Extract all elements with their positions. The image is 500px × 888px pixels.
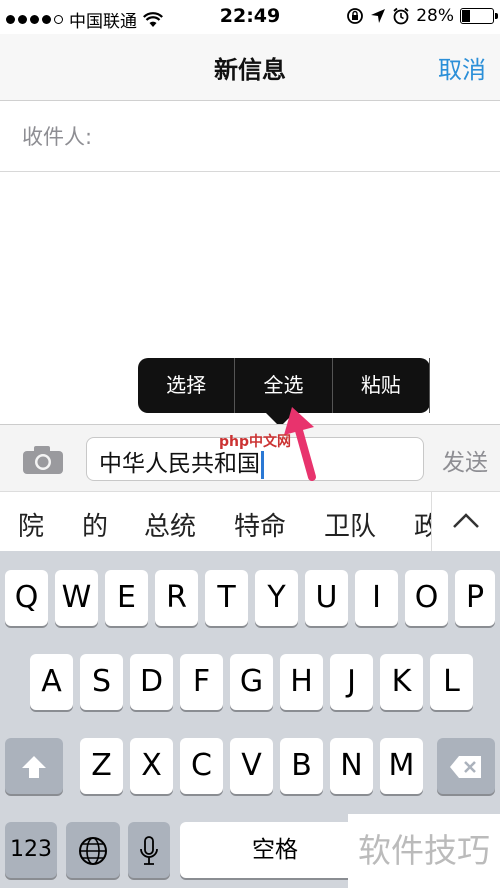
key-q[interactable]: Q — [5, 570, 48, 626]
battery-percent: 28% — [416, 6, 454, 26]
recipient-label: 收件人: — [22, 125, 93, 149]
key-a[interactable]: A — [30, 654, 73, 710]
page-title: 新信息 — [214, 56, 286, 84]
nav-bar: 新信息 取消 — [0, 34, 500, 101]
candidate-item[interactable]: 特命 — [234, 506, 286, 543]
key-u[interactable]: U — [305, 570, 348, 626]
message-text: 中华人民共和国 — [99, 451, 260, 477]
key-b[interactable]: B — [280, 738, 323, 794]
candidate-item[interactable]: 总统 — [144, 506, 196, 543]
shift-key[interactable] — [5, 738, 63, 794]
key-h[interactable]: H — [280, 654, 323, 710]
key-z[interactable]: Z — [80, 738, 123, 794]
key-r[interactable]: R — [155, 570, 198, 626]
key-k[interactable]: K — [380, 654, 423, 710]
space-key[interactable]: 空格 — [180, 822, 370, 878]
battery-icon — [460, 8, 498, 24]
candidate-item[interactable]: 卫队 — [324, 506, 376, 543]
chevron-up-icon — [453, 513, 479, 528]
select-menu-item[interactable]: 选择 — [138, 358, 236, 413]
key-o[interactable]: O — [405, 570, 448, 626]
key-l[interactable]: L — [430, 654, 473, 710]
delete-key[interactable] — [437, 738, 495, 794]
text-cursor — [261, 450, 264, 479]
send-button[interactable]: 发送 — [442, 443, 488, 477]
numbers-key[interactable]: 123 — [5, 822, 57, 878]
expand-candidates-button[interactable] — [431, 492, 500, 552]
key-g[interactable]: G — [230, 654, 273, 710]
key-j[interactable]: J — [330, 654, 373, 710]
key-x[interactable]: X — [130, 738, 173, 794]
key-n[interactable]: N — [330, 738, 373, 794]
globe-key[interactable] — [66, 822, 120, 878]
key-s[interactable]: S — [80, 654, 123, 710]
candidate-bar: 院 的 总统 特命 卫队 政 — [0, 491, 500, 552]
key-i[interactable]: I — [355, 570, 398, 626]
paste-menu-item[interactable]: 粘贴 — [333, 358, 430, 413]
status-bar: 中国联通 22:49 28% — [0, 0, 500, 34]
status-right: 28% — [346, 6, 498, 26]
globe-icon — [79, 836, 107, 865]
location-icon — [371, 9, 386, 23]
key-p[interactable]: P — [455, 570, 495, 626]
key-w[interactable]: W — [55, 570, 98, 626]
cancel-button[interactable]: 取消 — [438, 50, 486, 85]
key-y[interactable]: Y — [255, 570, 298, 626]
candidate-item[interactable]: 院 — [18, 506, 44, 543]
key-v[interactable]: V — [230, 738, 273, 794]
alarm-icon — [393, 7, 409, 25]
key-d[interactable]: D — [130, 654, 173, 710]
key-c[interactable]: C — [180, 738, 223, 794]
watermark-logo: php中文网 — [219, 434, 292, 450]
key-e[interactable]: E — [105, 570, 148, 626]
key-f[interactable]: F — [180, 654, 223, 710]
shift-icon — [22, 755, 46, 778]
camera-icon[interactable] — [22, 445, 64, 475]
watermark-text: 软件技巧 — [348, 814, 500, 888]
key-m[interactable]: M — [380, 738, 423, 794]
candidate-item[interactable]: 的 — [82, 506, 108, 543]
recipient-field[interactable]: 收件人: — [0, 101, 500, 172]
backspace-icon — [450, 755, 481, 778]
dictation-key[interactable] — [128, 822, 170, 878]
microphone-icon — [140, 835, 158, 865]
rotation-lock-icon — [347, 8, 364, 24]
key-t[interactable]: T — [205, 570, 248, 626]
